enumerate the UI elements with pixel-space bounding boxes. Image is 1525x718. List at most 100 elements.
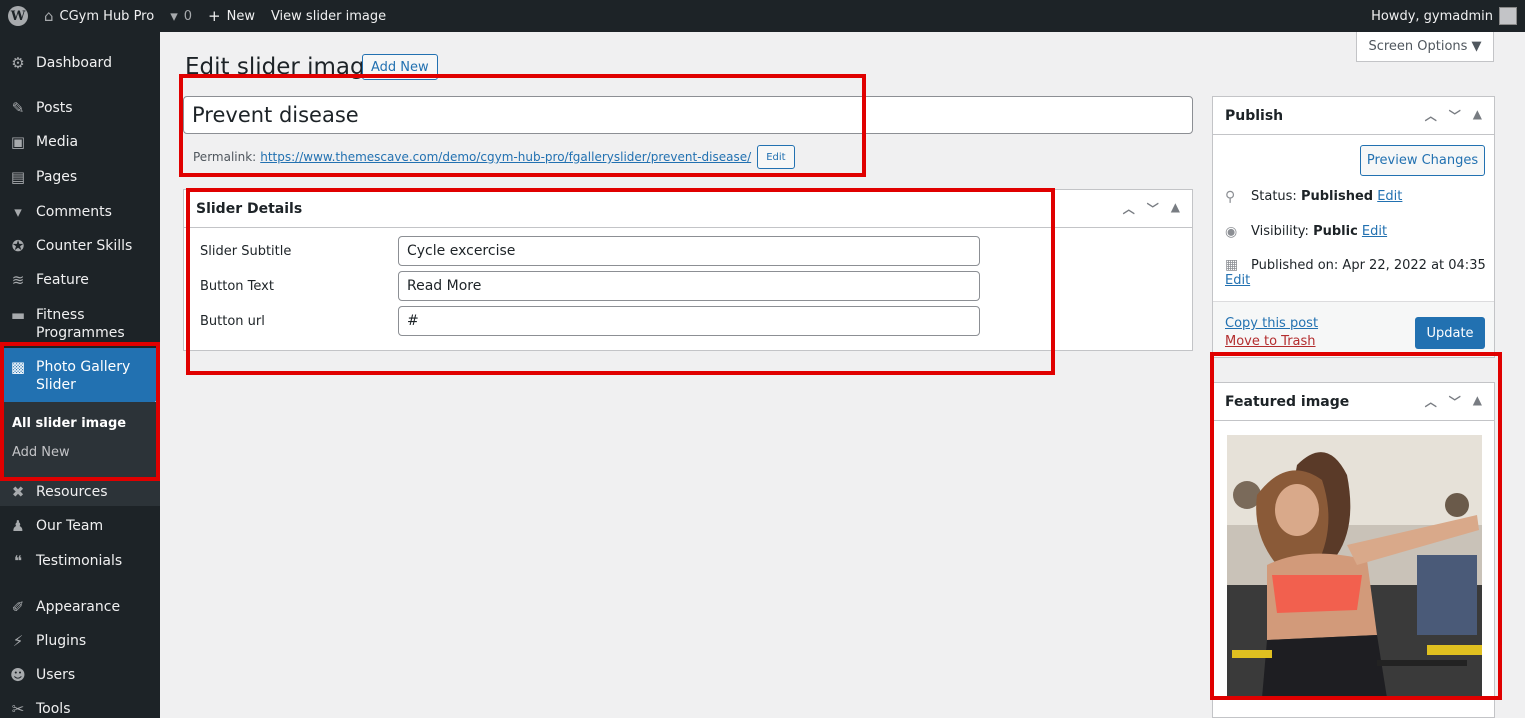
visibility-row: ◉ Visibility: Public Edit <box>1225 224 1387 240</box>
pin-icon: ⚲ <box>1225 189 1236 205</box>
new-label: New <box>226 8 255 24</box>
update-button[interactable]: Update <box>1415 317 1485 349</box>
toggle-panel-icon[interactable]: ▲ <box>1473 393 1482 410</box>
calendar-icon: ▦ <box>1225 257 1239 273</box>
move-down-icon[interactable]: ﹀ <box>1147 200 1159 217</box>
visibility-edit-link[interactable]: Edit <box>1362 224 1387 239</box>
sidebar-item-label: Counter Skills <box>36 238 133 254</box>
sidebar-item-resources[interactable]: ✖ Resources <box>0 483 160 501</box>
date-edit-link[interactable]: Edit <box>1225 273 1250 288</box>
sidebar-item-label: Fitness Programmes <box>36 307 125 341</box>
featured-image-thumbnail[interactable] <box>1227 435 1482 698</box>
comments-menu[interactable]: ▾ 0 <box>162 0 200 32</box>
sidebar-item-our-team[interactable]: ♟ Our Team <box>0 517 160 535</box>
sidebar-item-comments[interactable]: ▾ Comments <box>0 203 160 221</box>
screen-options-button[interactable]: Screen Options ▼ <box>1356 32 1494 62</box>
sidebar-item-feature[interactable]: ≋ Feature <box>0 271 160 289</box>
admin-sidebar: ⚙ Dashboard ✎ Posts ▣ Media ▤ Pages ▾ Co… <box>0 32 160 718</box>
sidebar-item-label: Dashboard <box>36 55 112 71</box>
view-slider-link[interactable]: View slider image <box>263 0 394 32</box>
sidebar-item-pages[interactable]: ▤ Pages <box>0 168 160 186</box>
sidebar-item-label: Pages <box>36 169 78 185</box>
post-title-input[interactable]: Prevent disease <box>183 96 1193 134</box>
media-icon: ▣ <box>10 133 26 151</box>
permalink-row: Permalink: https://www.themescave.com/de… <box>193 145 795 169</box>
site-name-menu[interactable]: ⌂ CGym Hub Pro <box>36 0 162 32</box>
featured-image-box: Featured image ︿ ﹀ ▲ <box>1212 382 1495 718</box>
sidebar-item-fitness-programmes[interactable]: ▬ Fitness Programmes <box>0 306 160 342</box>
toggle-panel-icon[interactable]: ▲ <box>1473 107 1482 124</box>
sidebar-item-label: Plugins <box>36 633 87 649</box>
team-icon: ♟ <box>11 517 25 535</box>
sidebar-item-posts[interactable]: ✎ Posts <box>0 99 160 117</box>
comments-count: 0 <box>183 8 193 24</box>
move-up-icon[interactable]: ︿ <box>1425 393 1437 410</box>
home-icon: ⌂ <box>44 7 54 25</box>
eye-icon: ◉ <box>1225 224 1238 240</box>
preview-changes-button[interactable]: Preview Changes <box>1360 145 1485 176</box>
sidebar-item-users[interactable]: ☻ Users <box>0 666 160 684</box>
slider-details-header: Slider Details ︿ ﹀ ▲ <box>184 190 1192 228</box>
howdy-text: Howdy, gymadmin <box>1371 8 1493 24</box>
site-name: CGym Hub Pro <box>59 8 155 24</box>
status-edit-link[interactable]: Edit <box>1377 189 1402 204</box>
sidebar-item-appearance[interactable]: ✐ Appearance <box>0 598 160 616</box>
plus-icon: + <box>208 7 221 25</box>
pin-icon: ✎ <box>11 99 25 117</box>
counter-icon: ✪ <box>11 237 25 255</box>
visibility-value: Public <box>1313 224 1358 239</box>
move-down-icon[interactable]: ﹀ <box>1449 393 1461 410</box>
published-date-row: ▦ Published on: Apr 22, 2022 at 04:35 Edi… <box>1225 257 1490 288</box>
sidebar-item-tools[interactable]: ✂ Tools <box>0 700 160 718</box>
sidebar-item-label: Our Team <box>36 518 104 534</box>
sidebar-item-media[interactable]: ▣ Media <box>0 133 160 151</box>
move-to-trash-link[interactable]: Move to Trash <box>1225 334 1316 349</box>
page-scrollbar[interactable] <box>1515 32 1525 718</box>
sidebar-item-testimonials[interactable]: ❝ Testimonials <box>0 552 160 570</box>
sidebar-item-counter-skills[interactable]: ✪ Counter Skills <box>0 237 160 255</box>
toggle-panel-icon[interactable]: ▲ <box>1171 200 1180 217</box>
sidebar-item-label: Tools <box>36 701 71 717</box>
slider-subtitle-input[interactable]: Cycle excercise <box>398 236 980 266</box>
my-account-menu[interactable]: Howdy, gymadmin <box>1371 7 1525 25</box>
move-down-icon[interactable]: ﹀ <box>1449 107 1461 124</box>
permalink-url-link[interactable]: https://www.themescave.com/demo/cgym-hub… <box>260 150 751 164</box>
sidebar-item-label: Appearance <box>36 599 121 615</box>
add-new-button[interactable]: Add New <box>362 54 438 80</box>
feature-icon: ≋ <box>11 271 25 289</box>
publish-box: Publish ︿ ﹀ ▲ Preview Changes ⚲ Status: … <box>1212 96 1495 358</box>
fitness-icon: ▬ <box>10 306 26 324</box>
slider-details-heading: Slider Details <box>196 200 303 217</box>
move-up-icon[interactable]: ︿ <box>1123 200 1135 217</box>
new-content-menu[interactable]: + New <box>200 0 263 32</box>
field-row-subtitle: Slider Subtitle Cycle excercise <box>200 236 980 266</box>
page-title: Edit slider image <box>185 54 379 80</box>
status-label: Status: <box>1251 189 1297 204</box>
permalink-edit-button[interactable]: Edit <box>757 145 795 169</box>
wp-logo-menu[interactable]: W <box>0 0 36 32</box>
copy-post-link[interactable]: Copy this post <box>1225 316 1318 331</box>
sidebar-item-photo-gallery-slider[interactable]: ▩ Photo Gallery Slider <box>0 348 160 402</box>
permalink-label: Permalink: <box>193 150 257 164</box>
sidebar-item-label: Feature <box>36 272 89 288</box>
button-text-input[interactable]: Read More <box>398 271 980 301</box>
comment-bubble-icon: ▾ <box>170 7 178 25</box>
button-url-input[interactable]: # <box>398 306 980 336</box>
comments-icon: ▾ <box>14 203 22 221</box>
submenu-all-slider-image[interactable]: All slider image <box>12 416 126 431</box>
submenu-add-new[interactable]: Add New <box>12 445 70 460</box>
status-row: ⚲ Status: Published Edit <box>1225 189 1402 205</box>
featured-image-header: Featured image ︿ ﹀ ▲ <box>1213 383 1494 421</box>
field-row-button-text: Button Text Read More <box>200 271 980 301</box>
sidebar-item-label: Resources <box>36 484 108 500</box>
sidebar-item-label: Photo Gallery Slider <box>36 359 131 393</box>
sidebar-item-dashboard[interactable]: ⚙ Dashboard <box>0 54 160 72</box>
move-up-icon[interactable]: ︿ <box>1425 107 1437 124</box>
resources-icon: ✖ <box>11 483 25 501</box>
visibility-label: Visibility: <box>1251 224 1309 239</box>
tools-icon: ✂ <box>11 700 25 718</box>
view-label: View slider image <box>270 8 387 24</box>
sidebar-item-plugins[interactable]: ⚡ Plugins <box>0 632 160 650</box>
sidebar-item-label: Media <box>36 134 79 150</box>
status-value: Published <box>1300 189 1374 204</box>
